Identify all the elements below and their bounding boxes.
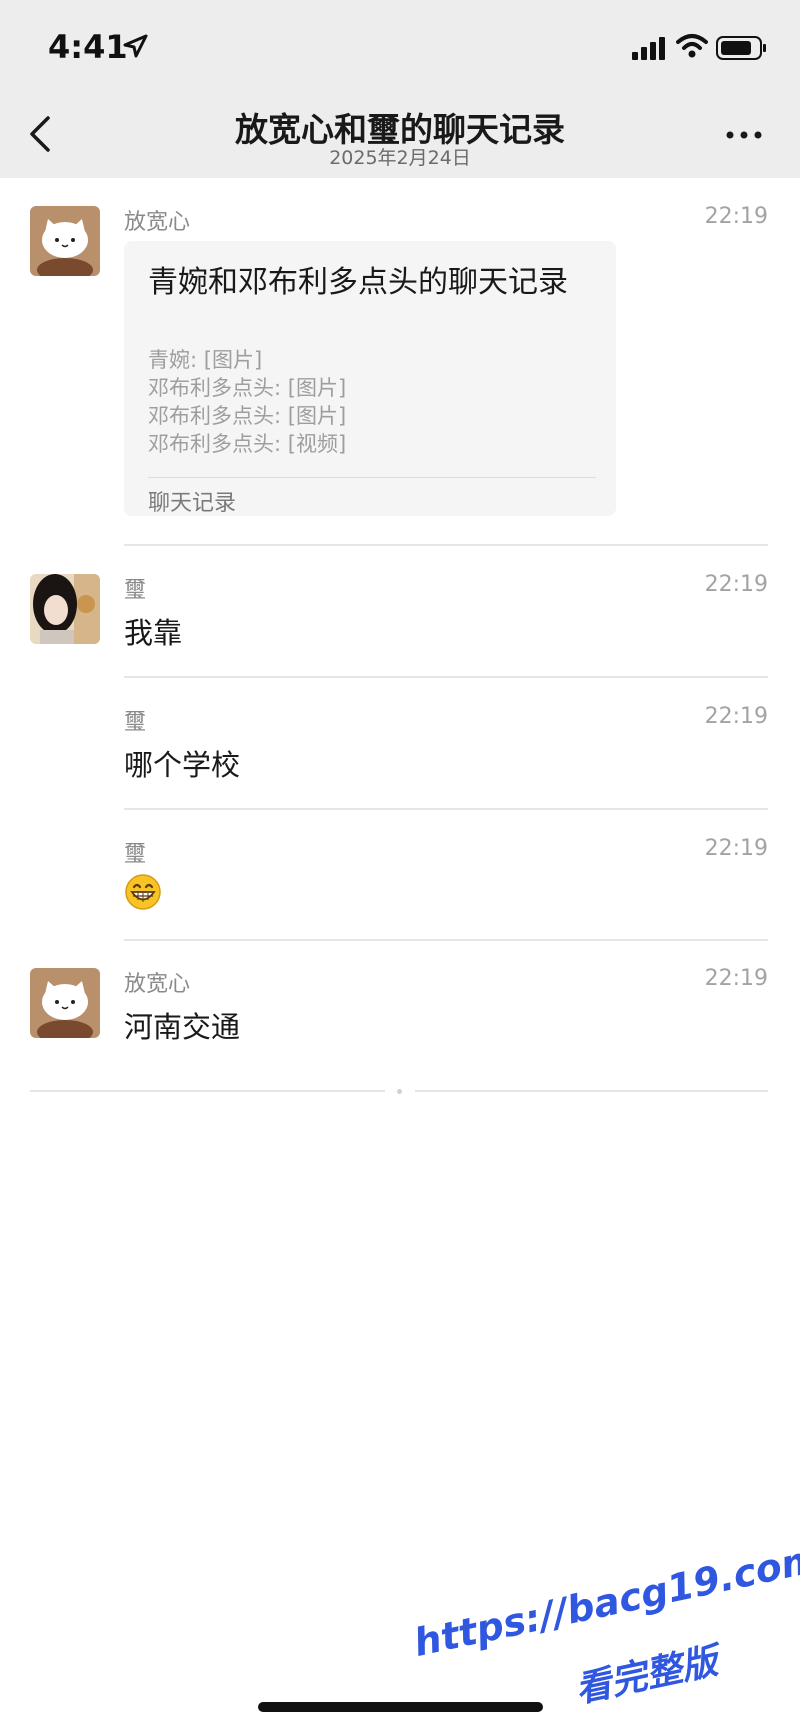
card-divider xyxy=(148,477,596,478)
card-preview-line: 青婉: [图片] xyxy=(148,348,263,372)
end-divider-dot xyxy=(397,1089,402,1094)
location-arrow-icon xyxy=(123,34,148,58)
status-time: 4:41 xyxy=(48,28,128,66)
more-options-icon[interactable] xyxy=(724,128,764,142)
sender-name: 放宽心 xyxy=(124,210,191,235)
girl-avatar-image xyxy=(30,574,100,644)
message-divider xyxy=(124,808,768,810)
sender-name: 璽 xyxy=(124,842,147,867)
back-chevron-icon[interactable] xyxy=(26,112,56,156)
cat-avatar-image xyxy=(30,968,100,1038)
cellular-signal-icon xyxy=(632,37,665,60)
card-preview-line: 邓布利多点头: [图片] xyxy=(148,376,347,400)
top-bar: 4:41 放宽心和璽的聊天记录 2025年2月24日 xyxy=(0,0,800,178)
battery-icon xyxy=(716,36,766,60)
card-footer-label: 聊天记录 xyxy=(148,491,237,516)
message-text[interactable]: 哪个学校 xyxy=(124,742,240,784)
message-divider xyxy=(124,544,768,546)
end-divider-right xyxy=(415,1090,768,1092)
watermark-url: https://bacg19.com xyxy=(410,1535,800,1666)
message-text[interactable]: 我靠 xyxy=(124,610,182,652)
message-divider xyxy=(124,676,768,678)
card-preview-line: 邓布利多点头: [图片] xyxy=(148,404,347,428)
page-subtitle-date: 2025年2月24日 xyxy=(329,147,471,169)
message-divider xyxy=(124,939,768,941)
grinning-face-icon[interactable] xyxy=(124,873,162,911)
home-indicator[interactable] xyxy=(258,1702,543,1712)
card-preview-line: 邓布利多点头: [视频] xyxy=(148,432,347,456)
card-title: 青婉和邓布利多点头的聊天记录 xyxy=(148,265,568,300)
message-time: 22:19 xyxy=(704,204,768,229)
chat-record-card[interactable]: 青婉和邓布利多点头的聊天记录 青婉: [图片] 邓布利多点头: [图片] 邓布利… xyxy=(124,241,616,516)
message-time: 22:19 xyxy=(704,572,768,597)
avatar[interactable] xyxy=(30,206,100,276)
sender-name: 璽 xyxy=(124,710,147,735)
sender-name: 璽 xyxy=(124,578,147,603)
message-time: 22:19 xyxy=(704,966,768,991)
card-preview-lines: 青婉: [图片] 邓布利多点头: [图片] 邓布利多点头: [图片] 邓布利多点… xyxy=(148,346,346,458)
wifi-icon xyxy=(676,34,708,58)
sender-name: 放宽心 xyxy=(124,972,191,997)
message-text[interactable]: 河南交通 xyxy=(124,1004,240,1046)
avatar[interactable] xyxy=(30,574,100,644)
avatar[interactable] xyxy=(30,968,100,1038)
watermark-caption: 看完整版 xyxy=(571,1640,722,1711)
message-time: 22:19 xyxy=(704,836,768,861)
cat-avatar-image xyxy=(30,206,100,276)
message-time: 22:19 xyxy=(704,704,768,729)
end-divider-left xyxy=(30,1090,385,1092)
